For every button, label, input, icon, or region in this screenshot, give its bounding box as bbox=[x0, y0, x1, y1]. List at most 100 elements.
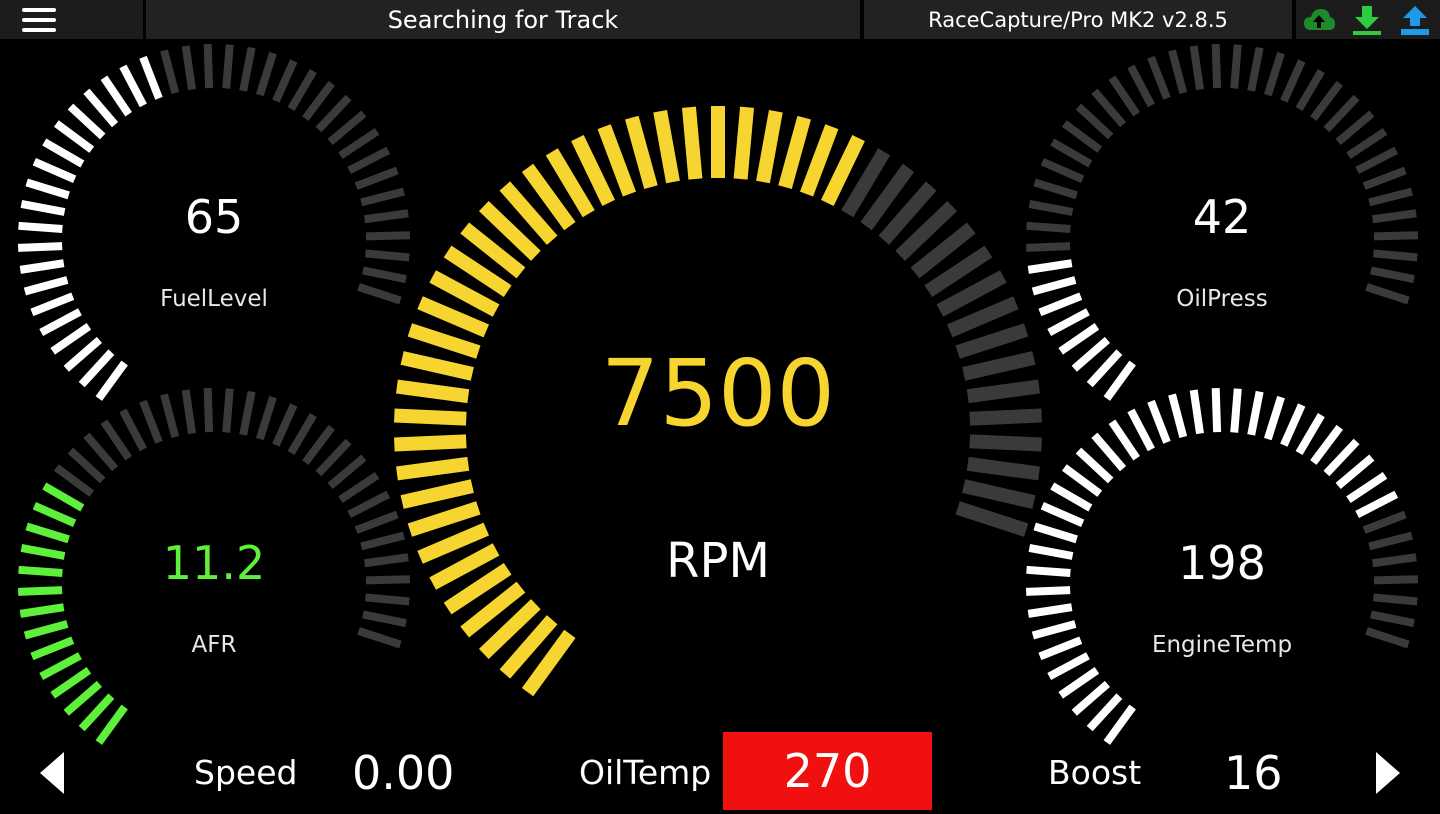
rpm-value: 7500 bbox=[600, 340, 836, 447]
next-screen-arrow-icon[interactable] bbox=[1376, 752, 1400, 794]
oil-gauge-tick bbox=[1040, 158, 1085, 183]
afr-gauge-tick bbox=[347, 490, 391, 519]
afr-gauge-tick bbox=[181, 389, 196, 435]
fuel-gauge-tick bbox=[302, 80, 335, 121]
afr-gauge-tick bbox=[23, 620, 69, 640]
rpm-gauge-tick bbox=[955, 323, 1029, 359]
afr-gauge-tick bbox=[119, 408, 147, 452]
rpm-gauge-tick bbox=[400, 351, 474, 381]
engine-gauge-tick bbox=[1168, 393, 1188, 439]
oil-gauge-tick bbox=[1127, 64, 1155, 108]
engine-gauge-tick bbox=[1127, 408, 1155, 452]
engine-gauge-tick bbox=[1362, 510, 1407, 534]
rpm-gauge-tick bbox=[625, 115, 658, 189]
afr-gauge-tick bbox=[360, 531, 405, 551]
boost-label: Boost bbox=[1048, 753, 1142, 792]
afr-gauge-tick bbox=[302, 424, 335, 465]
rpm-gauge-tick bbox=[799, 124, 839, 197]
oil-gauge-tick bbox=[1310, 80, 1343, 121]
oil-gauge-tick bbox=[1026, 221, 1071, 233]
fuel-gauge-tick bbox=[272, 59, 298, 103]
engine-gauge-tick bbox=[1058, 667, 1100, 699]
engine-gauge-tick bbox=[1247, 390, 1264, 436]
rpm-gauge-tick bbox=[966, 456, 1041, 481]
oil-gauge-tick bbox=[1211, 43, 1222, 89]
oil-gauge-tick bbox=[1025, 242, 1071, 252]
afr-gauge-tick bbox=[365, 575, 411, 585]
afr-gauge-tick bbox=[100, 419, 132, 461]
engine-gauge-tick bbox=[1280, 403, 1306, 447]
fuel-gauge-tick bbox=[83, 88, 119, 128]
oil-gauge-tick bbox=[1103, 360, 1136, 401]
oil-gauge-tick bbox=[1071, 336, 1111, 372]
oil-gauge-tick bbox=[1050, 138, 1093, 168]
engine-gauge-tick bbox=[1040, 502, 1085, 527]
oil-gauge-tick bbox=[1372, 209, 1417, 224]
oil-gauge-tick bbox=[1230, 44, 1242, 89]
oil-press-value: 42 bbox=[1192, 190, 1252, 244]
rpm-gauge-tick bbox=[395, 456, 470, 481]
oil-gauge-tick bbox=[1370, 266, 1415, 284]
rpm-gauge-tick bbox=[733, 106, 755, 180]
afr-gauge-tick bbox=[18, 565, 63, 577]
rpm-gauge-tick bbox=[966, 379, 1041, 404]
afr-gauge-tick bbox=[19, 603, 65, 618]
engine-gauge-tick bbox=[1372, 553, 1417, 568]
fuel-gauge-tick bbox=[139, 55, 163, 100]
oil-gauge-tick bbox=[1280, 59, 1306, 103]
fuel-gauge-tick bbox=[19, 259, 65, 274]
afr-gauge-tick bbox=[50, 667, 92, 699]
previous-screen-arrow-icon[interactable] bbox=[40, 752, 64, 794]
fuel-gauge-tick bbox=[30, 292, 75, 317]
fuel-gauge-tick bbox=[63, 336, 103, 372]
afr-gauge-tick bbox=[78, 693, 115, 732]
afr-gauge-tick bbox=[160, 393, 180, 439]
afr-gauge-tick bbox=[30, 636, 75, 661]
fuel-gauge-tick bbox=[78, 349, 115, 388]
oil-gauge-tick bbox=[1033, 178, 1078, 200]
engine-gauge-tick bbox=[1355, 490, 1399, 519]
oil-temp-label: OilTemp bbox=[579, 753, 712, 792]
engine-gauge-tick bbox=[1033, 522, 1078, 544]
oil-gauge-tick bbox=[1075, 103, 1114, 140]
engine-gauge-tick bbox=[1027, 603, 1073, 618]
afr-gauge-tick bbox=[67, 447, 106, 484]
oil-gauge-tick bbox=[1335, 110, 1375, 146]
fuel-gauge-tick bbox=[42, 138, 85, 168]
fuel-gauge-tick bbox=[354, 166, 399, 190]
oil-gauge-tick bbox=[1147, 55, 1171, 100]
oil-gauge-tick bbox=[1038, 292, 1083, 317]
afr-gauge-tick bbox=[83, 432, 119, 472]
fuel-level-value: 65 bbox=[184, 190, 244, 244]
afr-gauge-tick bbox=[63, 680, 103, 716]
afr-value: 11.2 bbox=[162, 536, 266, 590]
oil-gauge-tick bbox=[1373, 231, 1419, 241]
engine-gauge-tick bbox=[1368, 531, 1413, 551]
engine-gauge-tick bbox=[1211, 387, 1222, 433]
afr-gauge-tick bbox=[365, 593, 410, 606]
fuel-gauge-tick bbox=[53, 120, 95, 153]
fuel-gauge-tick bbox=[239, 46, 256, 92]
rpm-gauge-tick bbox=[400, 479, 474, 509]
oil-temp-value: 270 bbox=[783, 744, 872, 798]
fuel-gauge-tick bbox=[20, 199, 66, 216]
fuel-gauge-tick bbox=[360, 187, 405, 207]
oil-gauge-tick bbox=[1362, 166, 1407, 190]
fuel-level-label: FuelLevel bbox=[160, 286, 268, 312]
rpm-gauge-tick bbox=[778, 115, 811, 189]
engine-temp-value: 198 bbox=[1178, 536, 1266, 590]
engine-gauge-tick bbox=[1295, 413, 1325, 456]
engine-gauge-tick bbox=[1230, 388, 1242, 433]
rpm-gauge-tick bbox=[407, 323, 481, 359]
fuel-gauge-tick bbox=[95, 360, 128, 401]
engine-temp-label: EngineTemp bbox=[1151, 632, 1293, 658]
oil-gauge-tick bbox=[1061, 120, 1103, 153]
oil-gauge-tick bbox=[1346, 127, 1388, 160]
afr-gauge-tick bbox=[222, 388, 234, 433]
oil-gauge-tick bbox=[1058, 323, 1100, 355]
engine-gauge-tick bbox=[1028, 543, 1074, 560]
speed-value: 0.00 bbox=[352, 746, 455, 800]
rpm-gauge-tick bbox=[681, 106, 703, 180]
afr-gauge-tick bbox=[42, 482, 85, 512]
fuel-gauge-tick bbox=[67, 103, 106, 140]
